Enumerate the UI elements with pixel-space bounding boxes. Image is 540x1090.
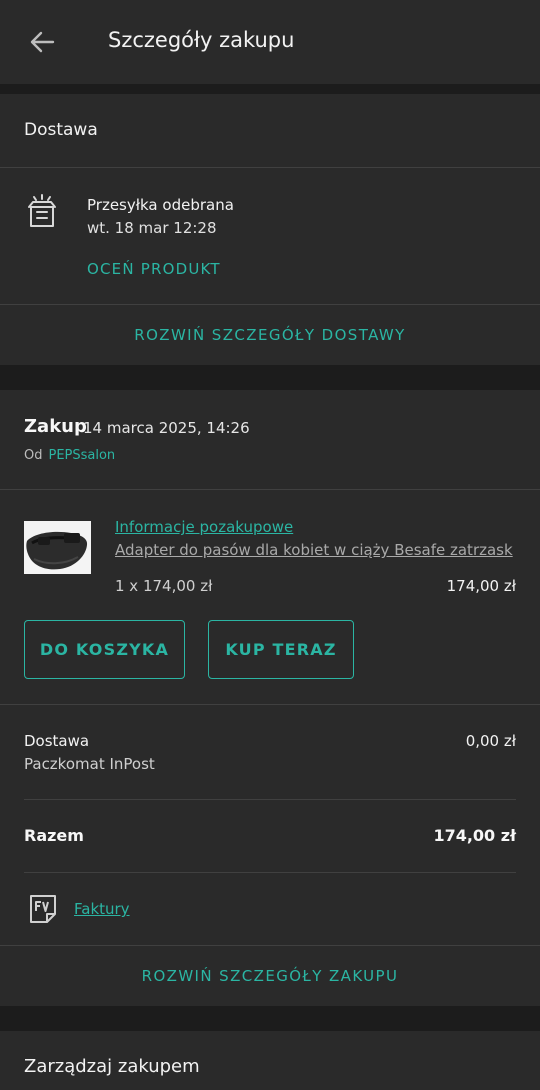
divider <box>0 489 540 490</box>
page-title: Szczegóły zakupu <box>108 28 295 52</box>
seller-link[interactable]: PEPSsalon <box>48 448 115 463</box>
divider <box>0 945 540 946</box>
post-purchase-info-link[interactable]: Informacje pozakupowe <box>115 518 293 536</box>
shipping-label: Dostawa <box>24 732 90 750</box>
arrow-back-icon <box>30 31 55 53</box>
purchase-date: 14 marca 2025, 14:26 <box>83 419 250 437</box>
package-delivered-icon <box>28 194 56 227</box>
divider <box>0 704 540 705</box>
item-total: 174,00 zł <box>446 577 516 595</box>
rate-product-link[interactable]: OCEŃ PRODUKT <box>87 260 221 278</box>
app-bar: Szczegóły zakupu <box>0 0 540 84</box>
expand-delivery-details-button[interactable]: ROZWIŃ SZCZEGÓŁY DOSTAWY <box>0 326 540 344</box>
product-photo <box>24 521 91 574</box>
seller-row: Od PEPSsalon <box>24 448 115 463</box>
add-to-cart-button[interactable]: DO KOSZYKA <box>24 620 185 679</box>
seller-prefix: Od <box>24 448 43 463</box>
quantity-price: 1 x 174,00 zł <box>115 577 213 595</box>
buy-now-button[interactable]: KUP TERAZ <box>208 620 354 679</box>
total-value: 174,00 zł <box>433 826 516 845</box>
expand-purchase-details-button[interactable]: ROZWIŃ SZCZEGÓŁY ZAKUPU <box>0 967 540 985</box>
product-name-link[interactable]: Adapter do pasów dla kobiet w ciąży Besa… <box>115 541 513 559</box>
divider <box>24 872 516 873</box>
divider <box>24 799 516 800</box>
delivery-status-date: wt. 18 mar 12:28 <box>87 219 217 237</box>
total-label: Razem <box>24 826 84 845</box>
shipping-price: 0,00 zł <box>465 732 516 750</box>
manage-purchase-title[interactable]: Zarządzaj zakupem <box>24 1056 200 1077</box>
delivery-status-title: Przesyłka odebrana <box>87 196 234 214</box>
delivery-heading: Dostawa <box>24 120 98 140</box>
divider <box>0 167 540 168</box>
shipping-method: Paczkomat InPost <box>24 755 155 773</box>
invoices-link[interactable]: Faktury <box>74 900 130 918</box>
back-button[interactable] <box>22 26 62 58</box>
product-image[interactable] <box>24 521 91 574</box>
invoice-fv-icon <box>30 895 56 923</box>
purchase-title: Zakup <box>24 416 87 437</box>
divider <box>0 304 540 305</box>
